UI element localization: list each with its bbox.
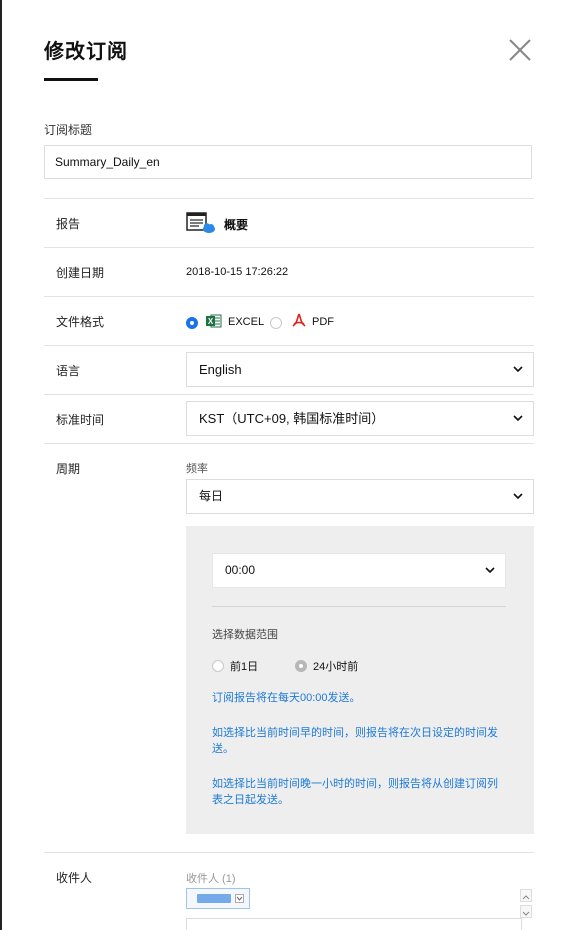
format-option-excel[interactable] (186, 314, 198, 332)
range-option-1day[interactable] (212, 657, 224, 675)
chevron-down-icon (513, 366, 523, 373)
page-title: 修改订阅 (44, 41, 128, 63)
divider (44, 198, 534, 199)
info-send-time: 订阅报告将在每天00:00发送。 (212, 692, 361, 704)
left-border (0, 0, 2, 930)
report-cloud-icon (186, 211, 218, 235)
divider (44, 296, 534, 297)
created-date-label: 创建日期 (56, 266, 105, 280)
scroll-down-button[interactable] (520, 905, 532, 918)
divider (44, 852, 534, 853)
range-1day-radio[interactable] (212, 659, 224, 672)
recipients-count: 收件人 (1) (186, 873, 236, 885)
dialog-header: 修改订阅 (44, 38, 534, 84)
report-label: 报告 (56, 217, 81, 231)
chevron-down-icon (485, 567, 495, 574)
range-option-24h[interactable] (295, 657, 307, 675)
excel-radio[interactable] (186, 316, 198, 329)
cycle-label: 周期 (56, 462, 81, 476)
excel-label: EXCEL (228, 316, 265, 328)
range-24h-radio[interactable] (295, 659, 307, 672)
timezone-label: 标准时间 (56, 413, 105, 427)
scroll-up-button[interactable] (520, 889, 532, 902)
divider (44, 247, 534, 248)
svg-text:X: X (208, 317, 214, 326)
format-option-pdf[interactable] (270, 314, 282, 332)
recipients-label: 收件人 (56, 871, 93, 885)
divider (44, 443, 534, 444)
subscription-title-label: 订阅标题 (44, 123, 93, 137)
excel-icon: X (206, 314, 222, 328)
tag-remove-icon[interactable] (235, 894, 244, 903)
frequency-select[interactable]: 每日 (186, 479, 534, 514)
timezone-select[interactable]: KST（UTC+09, 韩国标准时间） (186, 401, 534, 436)
chevron-up-icon (522, 895, 530, 900)
title-underline (44, 78, 98, 81)
language-select[interactable]: English (186, 352, 534, 387)
panel-divider (212, 606, 506, 607)
recipient-name-redacted (197, 894, 231, 903)
range-24h-label: 24小时前 (313, 661, 359, 673)
pdf-icon (291, 313, 307, 329)
divider (44, 345, 534, 346)
pdf-label: PDF (312, 316, 334, 328)
frequency-value: 每日 (199, 489, 224, 503)
info-later-time: 如选择比当前时间晚一小时的时间，则报告将从创建订阅列表之日起发送。 (212, 778, 498, 806)
divider (44, 394, 534, 395)
frequency-label: 频率 (186, 463, 208, 475)
time-select[interactable]: 00:00 (212, 553, 506, 588)
timezone-value: KST（UTC+09, 韩国标准时间） (199, 411, 385, 426)
chevron-down-icon (513, 493, 523, 500)
close-icon (509, 39, 531, 61)
report-name: 概要 (224, 218, 249, 232)
close-button[interactable] (508, 38, 534, 64)
recipient-tag[interactable] (186, 888, 250, 909)
range-1day-label: 前1日 (230, 661, 259, 673)
chevron-down-icon (513, 415, 523, 422)
file-format-label: 文件格式 (56, 315, 105, 329)
data-range-label: 选择数据范围 (212, 629, 278, 641)
created-date-value: 2018-10-15 17:26:22 (186, 266, 289, 278)
info-earlier-time: 如选择比当前时间早的时间，则报告将在次日设定的时间发送。 (212, 727, 498, 755)
language-label: 语言 (56, 364, 81, 378)
pdf-radio[interactable] (270, 316, 282, 329)
subscription-title-input[interactable]: Summary_Daily_en (44, 145, 532, 179)
recipient-input[interactable] (186, 918, 522, 930)
language-value: English (199, 362, 242, 377)
chevron-down-icon (522, 911, 530, 916)
time-value: 00:00 (225, 563, 256, 577)
